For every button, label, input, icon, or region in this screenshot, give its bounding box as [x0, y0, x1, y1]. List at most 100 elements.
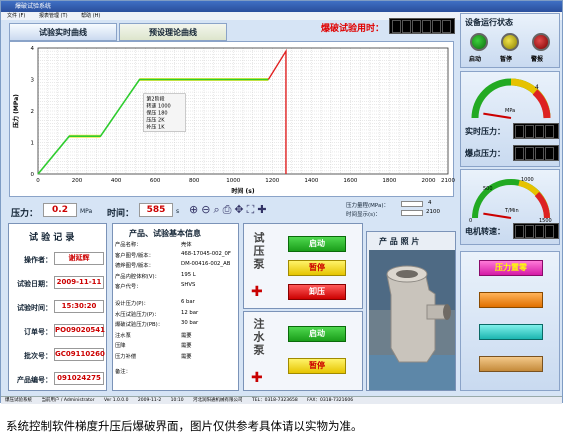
burst-line [267, 48, 287, 174]
burst-timer-label: 爆破试验用时： [321, 24, 385, 34]
unload-button[interactable]: 卸压 [288, 284, 346, 300]
image-caption: 系统控制软件梯度升压后爆破界面，图片仅供参考具体请以实物为准。 [6, 419, 363, 433]
water-pump-pause-button[interactable]: 暂停 [288, 358, 346, 374]
speed-gauge-max: 1500 [539, 218, 552, 222]
product-info-value: 195 L [181, 271, 196, 278]
status-tel: TEL：0318-7323658 [251, 398, 298, 403]
cursor-icon[interactable]: ✚ [257, 203, 266, 216]
product-info-value: 12 bar [181, 309, 199, 316]
tan-button[interactable] [479, 356, 543, 372]
pressure-gauge-max: 4 [535, 84, 539, 91]
status-panel: 设备运行状态 启动 暂停 警报 [460, 13, 560, 68]
product-info-value: 壳体 [181, 242, 192, 248]
annotation-line: 第2阶段 [146, 96, 164, 103]
pressure-pump-label: 试压泵 [252, 232, 265, 271]
menu-report[interactable]: 报表管理 (T) [39, 13, 68, 19]
record-value[interactable]: 091024275 [54, 372, 104, 385]
start-lamp-label: 启动 [469, 56, 482, 63]
record-title: 试 验 记 录 [29, 233, 75, 243]
x-tick-label: 1800 [382, 178, 396, 184]
zero-pressure-button[interactable]: 压力置零 [479, 260, 543, 276]
product-info-row: 爆破试验压力(PB)： 30 bar [115, 320, 238, 328]
menu-help[interactable]: 帮助 (H) [81, 13, 100, 19]
range-slider[interactable] [401, 201, 423, 207]
chart-toolbar: ⊕ ⊖ ⌕ ⎙ ✥ ⛶ ✚ [189, 201, 329, 218]
start-lamp [470, 33, 488, 51]
time-label: 时间： [107, 209, 135, 219]
record-value[interactable]: 谢延辉 [54, 252, 104, 265]
record-label: 订单号： [24, 328, 52, 336]
motor-speed-display [513, 223, 559, 239]
annotation-line: 压压 2K [146, 118, 165, 124]
product-info-row: 压降 需要 [115, 341, 238, 349]
pressure-pump-start-button[interactable]: 启动 [288, 236, 346, 252]
product-photo-panel: 产 品 照 片 [366, 231, 456, 391]
app-window: 爆破试验系统 文件 (F) 报表管理 (T) 帮助 (H) 试验实时曲线 预设理… [0, 0, 563, 404]
product-info-value: 需要 [181, 354, 192, 360]
product-info-row: 水压试验压力(P)： 12 bar [115, 310, 238, 318]
burst-pressure-display [513, 145, 559, 161]
alarm-lamp [532, 33, 550, 51]
water-pump-panel: 注水泵 ✚ 启动 暂停 [243, 311, 363, 391]
speed-gauge-needle [483, 212, 512, 219]
range-value: 4 [428, 200, 432, 206]
title-bar: 爆破试验系统 [1, 1, 562, 12]
pressure-pump-pause-button[interactable]: 暂停 [288, 260, 346, 276]
water-pump-label: 注水泵 [252, 318, 265, 357]
print-icon[interactable]: ⎙ [223, 203, 232, 217]
product-info-row: 产品名称： 壳体 [115, 240, 238, 248]
record-value[interactable]: GC09110260 [54, 348, 105, 361]
x-tick-label: 0 [36, 178, 40, 184]
product-info-row: 压力补偿 需要 [115, 352, 238, 360]
pan-icon[interactable]: ✥ [234, 203, 243, 216]
water-valve-icon: ✚ [251, 370, 263, 386]
pressure-readout: 0.2 [43, 203, 77, 217]
tab-preset-curve[interactable]: 预设理论曲线 [119, 23, 227, 41]
test-record-panel: 试 验 记 录 操作者： 谢延辉 试验日期： 2009-11-11 试验时间： 15:30… [8, 223, 107, 391]
pressure-pump-panel: 试压泵 ✚ 启动 暂停 卸压 [243, 223, 363, 309]
status-fax: FAX：0318-7321606 [307, 398, 354, 403]
menu-file[interactable]: 文件 (F) [7, 13, 25, 19]
pressure-gauge: MPa 4 [471, 78, 551, 119]
record-label: 产品编号： [17, 376, 52, 384]
product-info-key: 注水泵 [115, 332, 131, 339]
product-info-row: 德烨图号/版本： DM-00416-002_AB [115, 261, 238, 269]
status-time: 10:10 [170, 398, 184, 403]
tab-realtime-curve[interactable]: 试验实时曲线 [9, 23, 117, 41]
record-value[interactable]: PO09020541 [54, 324, 105, 337]
magnifier-icon[interactable]: ⌕ [213, 203, 219, 217]
zoom-in-icon[interactable]: ⊕ [189, 203, 198, 216]
product-info-value: 6 bar [181, 299, 195, 305]
y-tick-label: 2 [31, 109, 35, 115]
pressure-unit: MPa [80, 208, 93, 215]
interval-value: 2100 [426, 209, 440, 215]
pressure-gauge-panel: MPa 4 实时压力： 爆点压力： [460, 71, 560, 167]
pressure-gauge-needle [483, 112, 512, 119]
interval-label: 时间显示(s)： [346, 212, 381, 218]
cyan-button[interactable] [479, 324, 543, 340]
product-info-key: 爆破试验压力(PB)： [115, 322, 164, 329]
alarm-lamp-label: 警报 [531, 56, 544, 63]
motor-speed-label: 电机转速： [465, 227, 505, 236]
interval-slider[interactable] [401, 210, 423, 216]
product-info-row: 设计压力(P)： 6 bar [115, 299, 238, 307]
record-label: 批次号： [24, 352, 52, 360]
x-tick-label: 2100 [441, 178, 455, 184]
status-version: Ver 1.0.0.0 [103, 398, 129, 403]
orange-button[interactable] [479, 292, 543, 308]
pressure-chart: 0 200 400 600 800 1000 1200 1400 1600 1800 2000 210… [9, 41, 455, 197]
record-value[interactable]: 2009-11-11 [54, 276, 104, 289]
status-title: 设备运行状态 [465, 18, 513, 27]
record-value[interactable]: 15:30:20 [54, 300, 104, 313]
zoom-out-icon[interactable]: ⊖ [201, 203, 210, 216]
chart-svg: 0 200 400 600 800 1000 1200 1400 1600 1800 2000 210… [12, 46, 455, 195]
status-company: 河北润阳通机械有限公司 [193, 398, 243, 403]
time-readout: 585 [139, 203, 173, 217]
product-info-value: 需要 [181, 343, 192, 350]
fit-icon[interactable]: ⛶ [247, 203, 255, 217]
x-tick-label: 2000 [421, 178, 435, 184]
speed-gauge-mark-1000: 1000 [521, 177, 534, 183]
water-pump-start-button[interactable]: 启动 [288, 326, 346, 342]
x-tick-label: 800 [189, 178, 200, 184]
pressure-label: 压力： [11, 209, 39, 219]
